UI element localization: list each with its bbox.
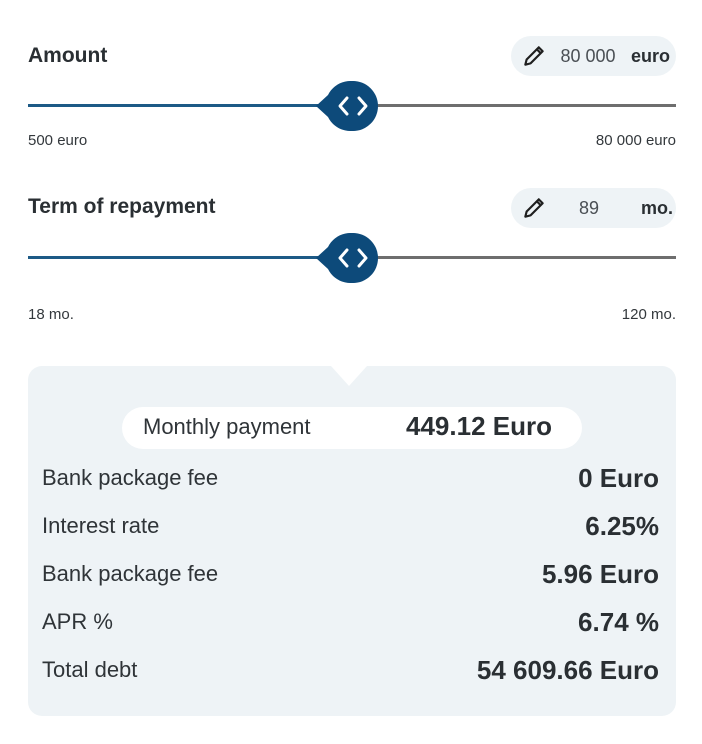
term-slider-track[interactable] — [370, 256, 676, 259]
term-slider-track-filled[interactable] — [28, 256, 328, 259]
summary-row-label: Bank package fee — [42, 561, 219, 586]
summary-row-label: Total debt — [42, 657, 138, 682]
summary-row-value: 6.74 % — [578, 607, 659, 637]
term-min-label: 18 mo. — [28, 306, 74, 323]
amount-label: Amount — [28, 44, 108, 67]
monthly-payment-value: 449.12 Euro — [406, 411, 552, 441]
term-max-label: 120 mo. — [621, 306, 676, 323]
summary-row-value: 5.96 Euro — [541, 559, 659, 589]
amount-min-label: 500 euro — [28, 132, 88, 149]
summary-row-value: 0 Euro — [578, 463, 659, 493]
monthly-payment-label: Monthly payment — [143, 414, 311, 439]
amount-input-pill[interactable]: 80 000 euro — [511, 36, 676, 76]
summary-row-value: 6.25% — [585, 511, 659, 541]
term-unit: mo. — [641, 197, 674, 218]
pencil-icon[interactable] — [519, 193, 549, 223]
amount-slider-track-filled[interactable] — [28, 104, 328, 107]
summary-row-label: Bank package fee — [42, 465, 219, 490]
amount-max-label: 80 000 euro — [595, 132, 676, 149]
term-input-pill[interactable]: 89 mo. — [511, 188, 676, 228]
pencil-icon[interactable] — [519, 41, 549, 71]
chevrons-left-right-icon — [316, 233, 378, 283]
amount-slider-handle[interactable] — [316, 81, 378, 131]
summary-pointer — [331, 366, 367, 386]
term-slider-handle[interactable] — [316, 233, 378, 283]
amount-input-value[interactable]: 80 000 — [553, 46, 623, 67]
chevrons-left-right-icon — [316, 81, 378, 131]
amount-slider-track[interactable] — [370, 104, 676, 107]
summary-row-label: APR % — [42, 609, 113, 634]
amount-unit: euro — [631, 45, 671, 66]
summary-row-value: 54 609.66 Euro — [476, 655, 659, 685]
summary-row-label: Interest rate — [42, 513, 160, 538]
term-input-value[interactable]: 89 — [559, 198, 619, 219]
term-label: Term of repayment — [28, 195, 216, 218]
